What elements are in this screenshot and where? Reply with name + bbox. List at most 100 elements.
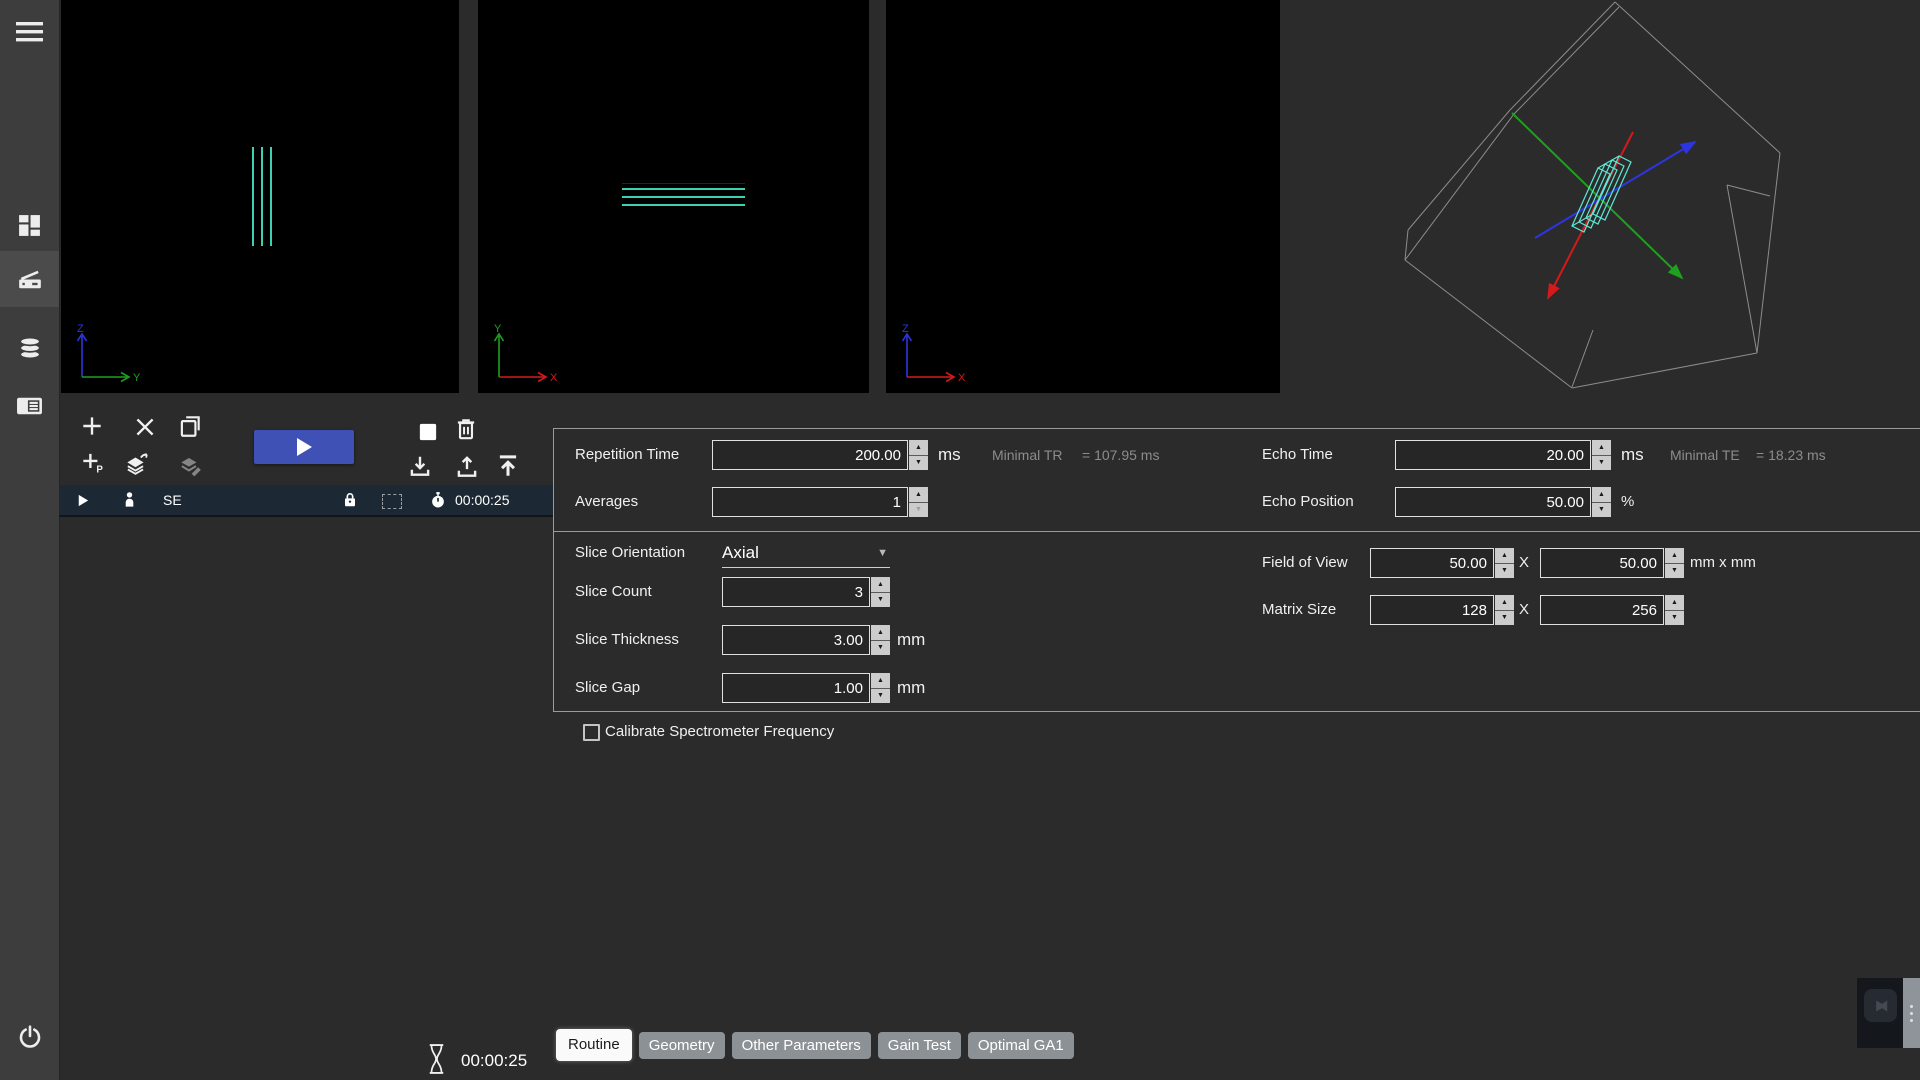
echo-position-field: ▲ ▼ bbox=[1395, 487, 1611, 517]
remove-scan-button[interactable] bbox=[132, 414, 158, 440]
slice-gap-input[interactable] bbox=[722, 673, 870, 703]
spin-down-button[interactable]: ▼ bbox=[909, 456, 928, 471]
upload-to-top-button[interactable] bbox=[495, 452, 521, 478]
slice-gap-unit: mm bbox=[897, 673, 925, 703]
view-3d[interactable] bbox=[1280, 0, 1920, 430]
import-button[interactable] bbox=[407, 453, 433, 479]
slice-thickness-label: Slice Thickness bbox=[575, 625, 679, 655]
fov-x-field: ▲ ▼ bbox=[1370, 548, 1514, 578]
viewport-coronal[interactable]: Z Y bbox=[61, 0, 459, 393]
spin-up-button[interactable]: ▲ bbox=[1665, 595, 1684, 611]
slice-orientation-dropdown[interactable]: Axial ▼ bbox=[722, 538, 890, 568]
panel-divider bbox=[553, 428, 554, 711]
spin-up-button[interactable]: ▲ bbox=[909, 487, 928, 503]
repetition-time-field: ▲ ▼ bbox=[712, 440, 928, 470]
axis-indicator: Z Y bbox=[67, 323, 167, 389]
stop-scan-button[interactable] bbox=[415, 419, 441, 445]
fov-unit: mm x mm bbox=[1690, 548, 1756, 578]
viewport-sagittal[interactable]: Z X bbox=[886, 0, 1280, 393]
hamburger-icon bbox=[16, 21, 43, 43]
chevron-down-icon: ▼ bbox=[877, 547, 890, 559]
app-window: Z Y Y X Z X bbox=[0, 0, 1920, 1080]
sequence-list-item[interactable]: SE 00:00:25 bbox=[59, 485, 553, 517]
spin-down-button[interactable]: ▼ bbox=[1665, 564, 1684, 579]
spin-up-button[interactable]: ▲ bbox=[871, 625, 890, 641]
viewport-axial[interactable]: Y X bbox=[478, 0, 869, 393]
sidebar-item-database[interactable] bbox=[0, 320, 59, 376]
add-scan-button[interactable] bbox=[79, 413, 105, 439]
menu-button[interactable] bbox=[0, 12, 59, 52]
svg-text:Z: Z bbox=[902, 323, 909, 335]
feedback-widget bbox=[1857, 978, 1903, 1048]
sidebar-item-scan[interactable] bbox=[0, 251, 59, 307]
layers-edit-icon bbox=[177, 451, 203, 478]
averages-input[interactable] bbox=[712, 487, 908, 517]
echo-position-input[interactable] bbox=[1395, 487, 1591, 517]
spin-up-button[interactable]: ▲ bbox=[871, 673, 890, 689]
tab-gain-test[interactable]: Gain Test bbox=[878, 1032, 961, 1059]
widget-drag-handle[interactable] bbox=[1903, 978, 1920, 1048]
matrix-separator: X bbox=[1519, 595, 1529, 625]
tab-routine[interactable]: Routine bbox=[556, 1029, 632, 1061]
scanner-icon bbox=[17, 266, 43, 292]
spin-up-button[interactable]: ▲ bbox=[909, 440, 928, 456]
spin-down-button[interactable]: ▼ bbox=[871, 641, 890, 656]
slice-count-input[interactable] bbox=[722, 577, 870, 607]
copy-icon bbox=[177, 413, 203, 439]
spin-up-button[interactable]: ▲ bbox=[871, 577, 890, 593]
sidebar-item-dashboard[interactable] bbox=[0, 197, 59, 253]
spin-down-button[interactable]: ▼ bbox=[1495, 611, 1514, 626]
start-scan-button[interactable] bbox=[254, 430, 354, 464]
panel-divider bbox=[553, 531, 1920, 532]
spin-down-button[interactable]: ▼ bbox=[1592, 503, 1611, 518]
tab-geometry[interactable]: Geometry bbox=[639, 1032, 725, 1059]
duplicate-scan-button[interactable] bbox=[177, 413, 203, 439]
spin-down-button[interactable]: ▼ bbox=[1592, 456, 1611, 471]
field-of-view-label: Field of View bbox=[1262, 548, 1348, 578]
axis-indicator: Y X bbox=[484, 323, 584, 389]
spin-down-button[interactable]: ▼ bbox=[1665, 611, 1684, 626]
slice-thickness-input[interactable] bbox=[722, 625, 870, 655]
slice-thickness-unit: mm bbox=[897, 625, 925, 655]
echo-time-field: ▲ ▼ bbox=[1395, 440, 1611, 470]
spin-up-button[interactable]: ▲ bbox=[1495, 595, 1514, 611]
export-button[interactable] bbox=[454, 454, 480, 480]
edit-stack-button[interactable] bbox=[177, 451, 203, 477]
tab-optimal-ga1[interactable]: Optimal GA1 bbox=[968, 1032, 1074, 1059]
spin-down-button[interactable]: ▼ bbox=[909, 503, 928, 518]
svg-text:X: X bbox=[958, 372, 966, 384]
tab-other-parameters[interactable]: Other Parameters bbox=[732, 1032, 871, 1059]
panel-divider bbox=[553, 428, 1920, 429]
spin-up-button[interactable]: ▲ bbox=[1665, 548, 1684, 564]
slice-position-lines[interactable] bbox=[622, 183, 745, 207]
spin-down-button[interactable]: ▼ bbox=[871, 689, 890, 704]
delete-button[interactable] bbox=[453, 416, 479, 442]
sidebar-item-registration[interactable] bbox=[0, 378, 59, 434]
repetition-time-input[interactable] bbox=[712, 440, 908, 470]
svg-text:X: X bbox=[550, 372, 558, 384]
power-button[interactable] bbox=[0, 1009, 59, 1065]
spin-up-button[interactable]: ▲ bbox=[1592, 487, 1611, 503]
slice-position-lines[interactable] bbox=[252, 147, 272, 246]
matrix-x-input[interactable] bbox=[1370, 595, 1494, 625]
feedback-button[interactable] bbox=[1864, 989, 1897, 1022]
matrix-y-input[interactable] bbox=[1540, 595, 1664, 625]
card-icon bbox=[16, 394, 43, 418]
spin-down-button[interactable]: ▼ bbox=[871, 593, 890, 608]
add-protocol-button[interactable]: P bbox=[79, 449, 105, 475]
fov-y-field: ▲ ▼ bbox=[1540, 548, 1684, 578]
echo-time-input[interactable] bbox=[1395, 440, 1591, 470]
spin-down-button[interactable]: ▼ bbox=[1495, 564, 1514, 579]
minimal-tr-label: Minimal TR bbox=[992, 440, 1063, 470]
fov-x-input[interactable] bbox=[1370, 548, 1494, 578]
power-icon bbox=[17, 1024, 43, 1050]
axis-indicator: Z X bbox=[892, 323, 992, 389]
fov-y-input[interactable] bbox=[1540, 548, 1664, 578]
calibrate-frequency-checkbox[interactable] bbox=[583, 724, 600, 741]
spin-up-button[interactable]: ▲ bbox=[1592, 440, 1611, 456]
stop-icon bbox=[415, 419, 441, 445]
export-stack-button[interactable] bbox=[123, 450, 149, 476]
plus-p-icon: P bbox=[79, 449, 105, 475]
minimal-te-label: Minimal TE bbox=[1670, 440, 1740, 470]
spin-up-button[interactable]: ▲ bbox=[1495, 548, 1514, 564]
